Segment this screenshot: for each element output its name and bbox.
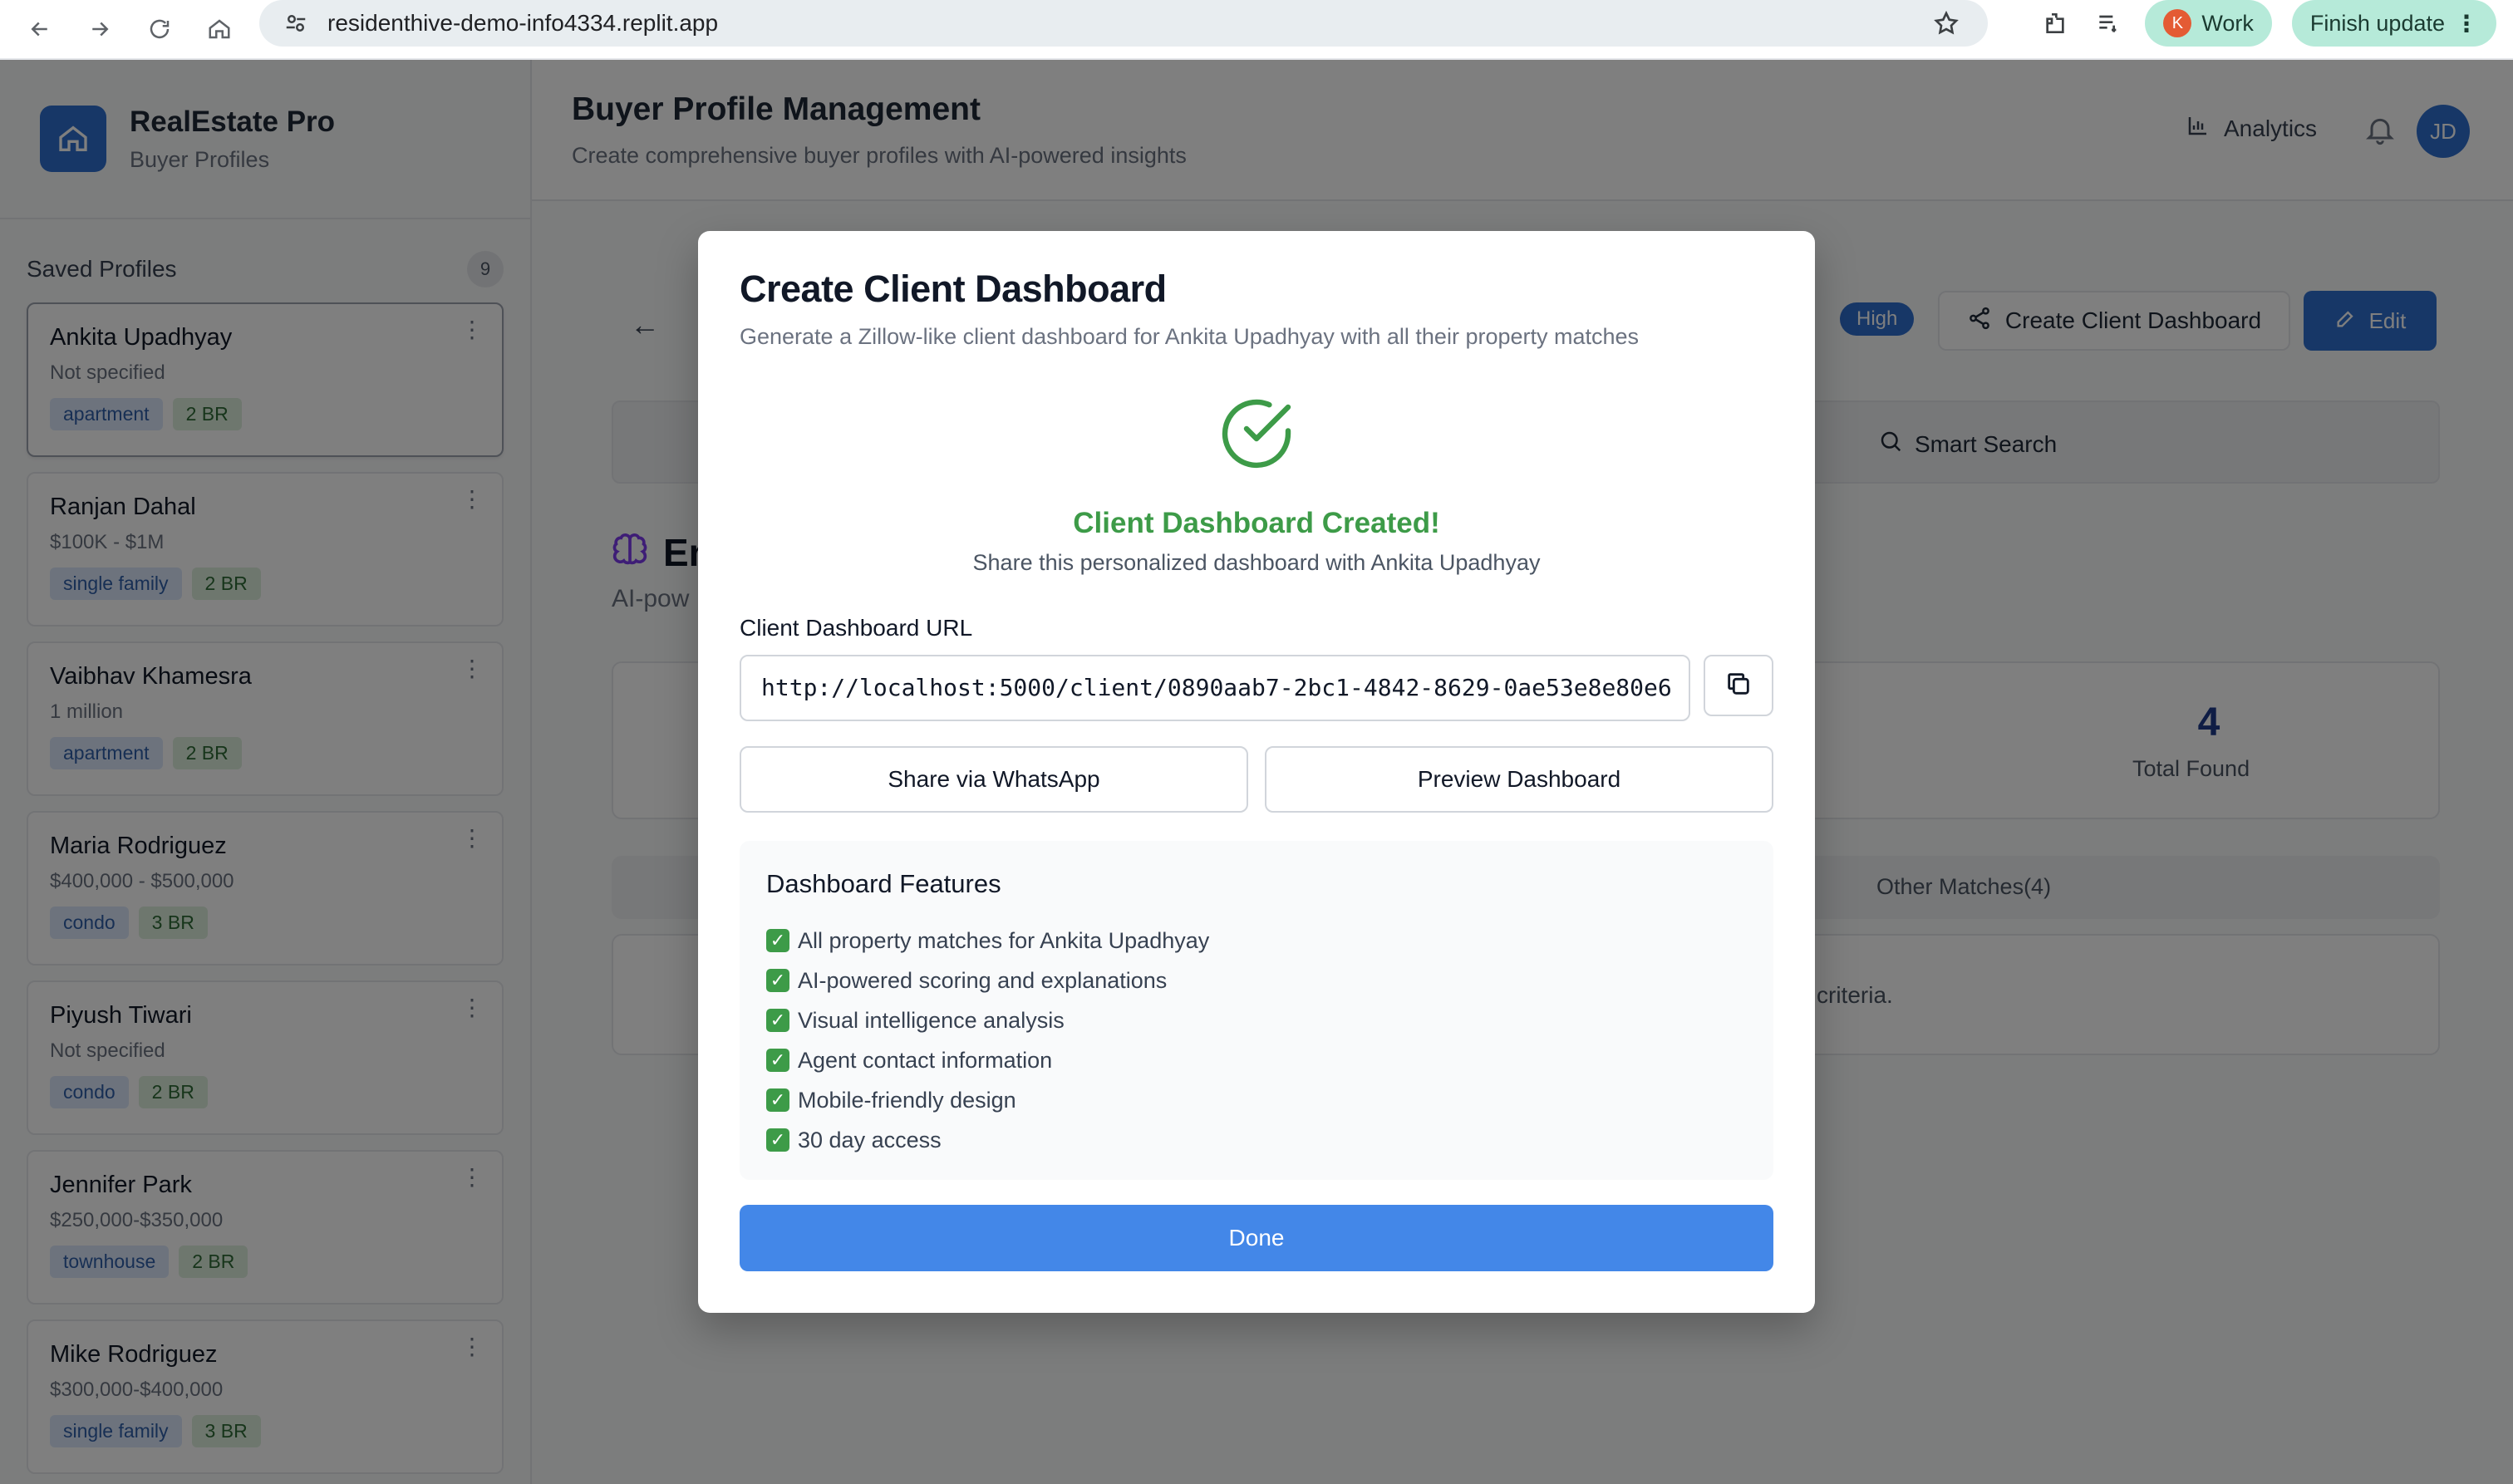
done-button[interactable]: Done bbox=[740, 1205, 1773, 1271]
url-text[interactable]: residenthive-demo-info4334.replit.app bbox=[327, 10, 718, 37]
reading-list-icon[interactable] bbox=[2092, 7, 2125, 40]
forward-arrow-icon[interactable] bbox=[80, 9, 120, 49]
copy-url-button[interactable] bbox=[1704, 655, 1773, 716]
profile-label: Work bbox=[2201, 10, 2254, 36]
bookmark-star-icon[interactable] bbox=[1930, 7, 1963, 40]
feature-item: ✓ 30 day access bbox=[766, 1120, 1209, 1160]
dashboard-features-panel: Dashboard Features ✓ All property matches… bbox=[740, 841, 1773, 1180]
feature-item: ✓ All property matches for Ankita Upadhya… bbox=[766, 921, 1209, 961]
preview-dashboard-button[interactable]: Preview Dashboard bbox=[1265, 746, 1773, 813]
finish-update-label: Finish update bbox=[2309, 10, 2445, 36]
dialog-title: Create Client Dashboard bbox=[740, 268, 1167, 310]
share-via-whatsapp-button[interactable]: Share via WhatsApp bbox=[740, 746, 1248, 813]
feature-item: ✓ AI-powered scoring and explanations bbox=[766, 961, 1209, 1000]
browser-toolbar: residenthive-demo-info4334.replit.app K … bbox=[0, 0, 2513, 60]
checkmark-icon: ✓ bbox=[766, 1049, 789, 1072]
copy-icon bbox=[1724, 670, 1753, 702]
address-bar[interactable]: residenthive-demo-info4334.replit.app bbox=[259, 0, 1988, 47]
success-title: Client Dashboard Created! bbox=[1073, 507, 1440, 539]
checkmark-icon: ✓ bbox=[766, 969, 789, 992]
profile-avatar: K bbox=[2163, 9, 2192, 37]
features-title: Dashboard Features bbox=[766, 869, 1001, 898]
feature-item: ✓ Agent contact information bbox=[766, 1040, 1209, 1080]
feature-text: Visual intelligence analysis bbox=[798, 1007, 1065, 1033]
feature-item: ✓ Mobile-friendly design bbox=[766, 1080, 1209, 1120]
profile-pill[interactable]: K Work bbox=[2145, 0, 2272, 47]
url-label: Client Dashboard URL bbox=[740, 615, 973, 641]
checkmark-icon: ✓ bbox=[766, 1128, 789, 1152]
success-check-icon bbox=[1217, 394, 1296, 474]
feature-text: Mobile-friendly design bbox=[798, 1087, 1016, 1113]
feature-text: All property matches for Ankita Upadhyay bbox=[798, 927, 1210, 953]
extensions-icon[interactable] bbox=[2038, 7, 2072, 40]
checkmark-icon: ✓ bbox=[766, 929, 789, 952]
reload-icon[interactable] bbox=[140, 9, 180, 49]
feature-text: Agent contact information bbox=[798, 1047, 1053, 1073]
home-icon[interactable] bbox=[199, 9, 239, 49]
create-client-dashboard-dialog: Create Client Dashboard Generate a Zillo… bbox=[698, 231, 1815, 1313]
checkmark-icon: ✓ bbox=[766, 1088, 789, 1112]
dashboard-url-field[interactable]: http://localhost:5000/client/0890aab7-2b… bbox=[740, 655, 1690, 721]
feature-text: 30 day access bbox=[798, 1127, 942, 1152]
success-subtitle: Share this personalized dashboard with A… bbox=[972, 550, 1541, 575]
checkmark-icon: ✓ bbox=[766, 1009, 789, 1032]
feature-item: ✓ Visual intelligence analysis bbox=[766, 1000, 1209, 1040]
finish-update-button[interactable]: Finish update ⋮ bbox=[2291, 0, 2496, 47]
more-vertical-icon: ⋮ bbox=[2455, 10, 2478, 37]
feature-text: AI-powered scoring and explanations bbox=[798, 967, 1168, 993]
back-arrow-icon[interactable] bbox=[20, 9, 60, 49]
features-list: ✓ All property matches for Ankita Upadhya… bbox=[766, 921, 1209, 1160]
dialog-subtitle: Generate a Zillow-like client dashboard … bbox=[740, 324, 1640, 349]
site-settings-icon[interactable] bbox=[279, 7, 312, 40]
